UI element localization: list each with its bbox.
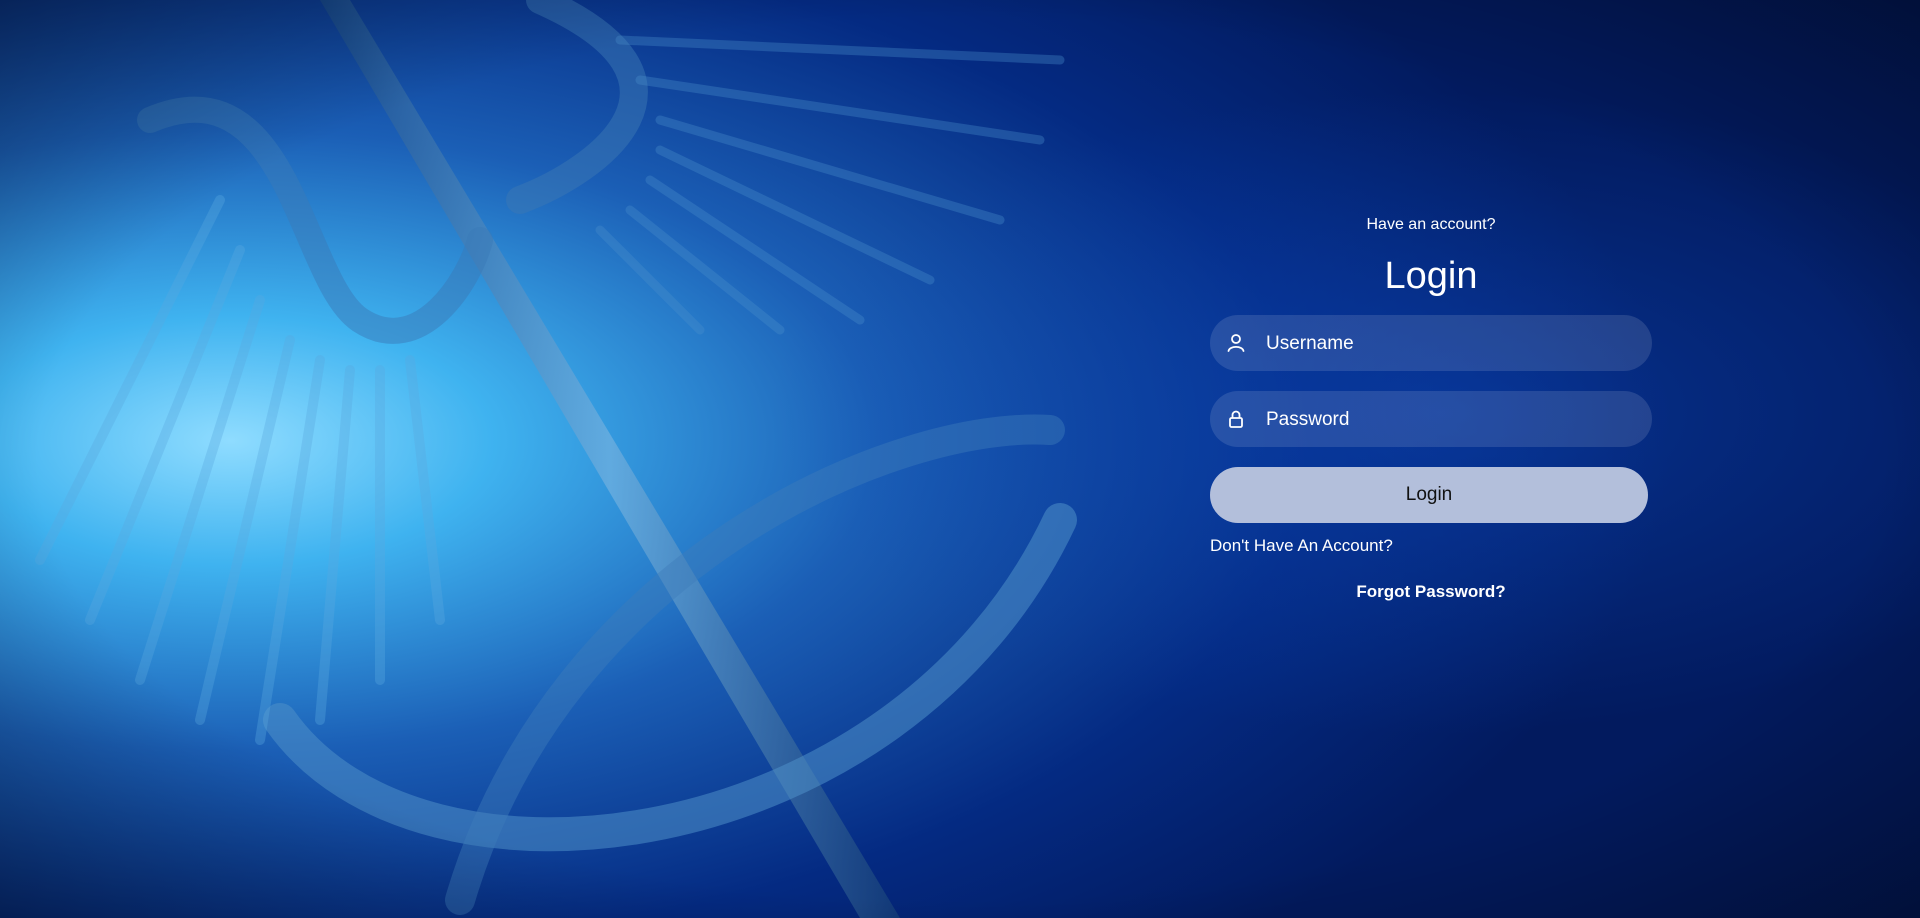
password-input[interactable] (1264, 391, 1638, 449)
lock-icon (1229, 410, 1243, 428)
have-account-text: Have an account? (1366, 216, 1496, 233)
forgot-password-link[interactable]: Forgot Password? (1210, 582, 1652, 602)
username-input[interactable] (1264, 315, 1638, 373)
caduceus-background-image (0, 0, 1920, 918)
login-page: Have an account? Login Login Don't Have … (0, 0, 1920, 918)
signup-link[interactable]: Don't Have An Account? (1210, 536, 1393, 556)
user-icon (1227, 334, 1245, 352)
username-field[interactable] (1210, 315, 1652, 373)
login-button[interactable]: Login (1210, 467, 1648, 523)
password-field[interactable] (1210, 391, 1652, 449)
login-title: Login (1384, 255, 1478, 297)
